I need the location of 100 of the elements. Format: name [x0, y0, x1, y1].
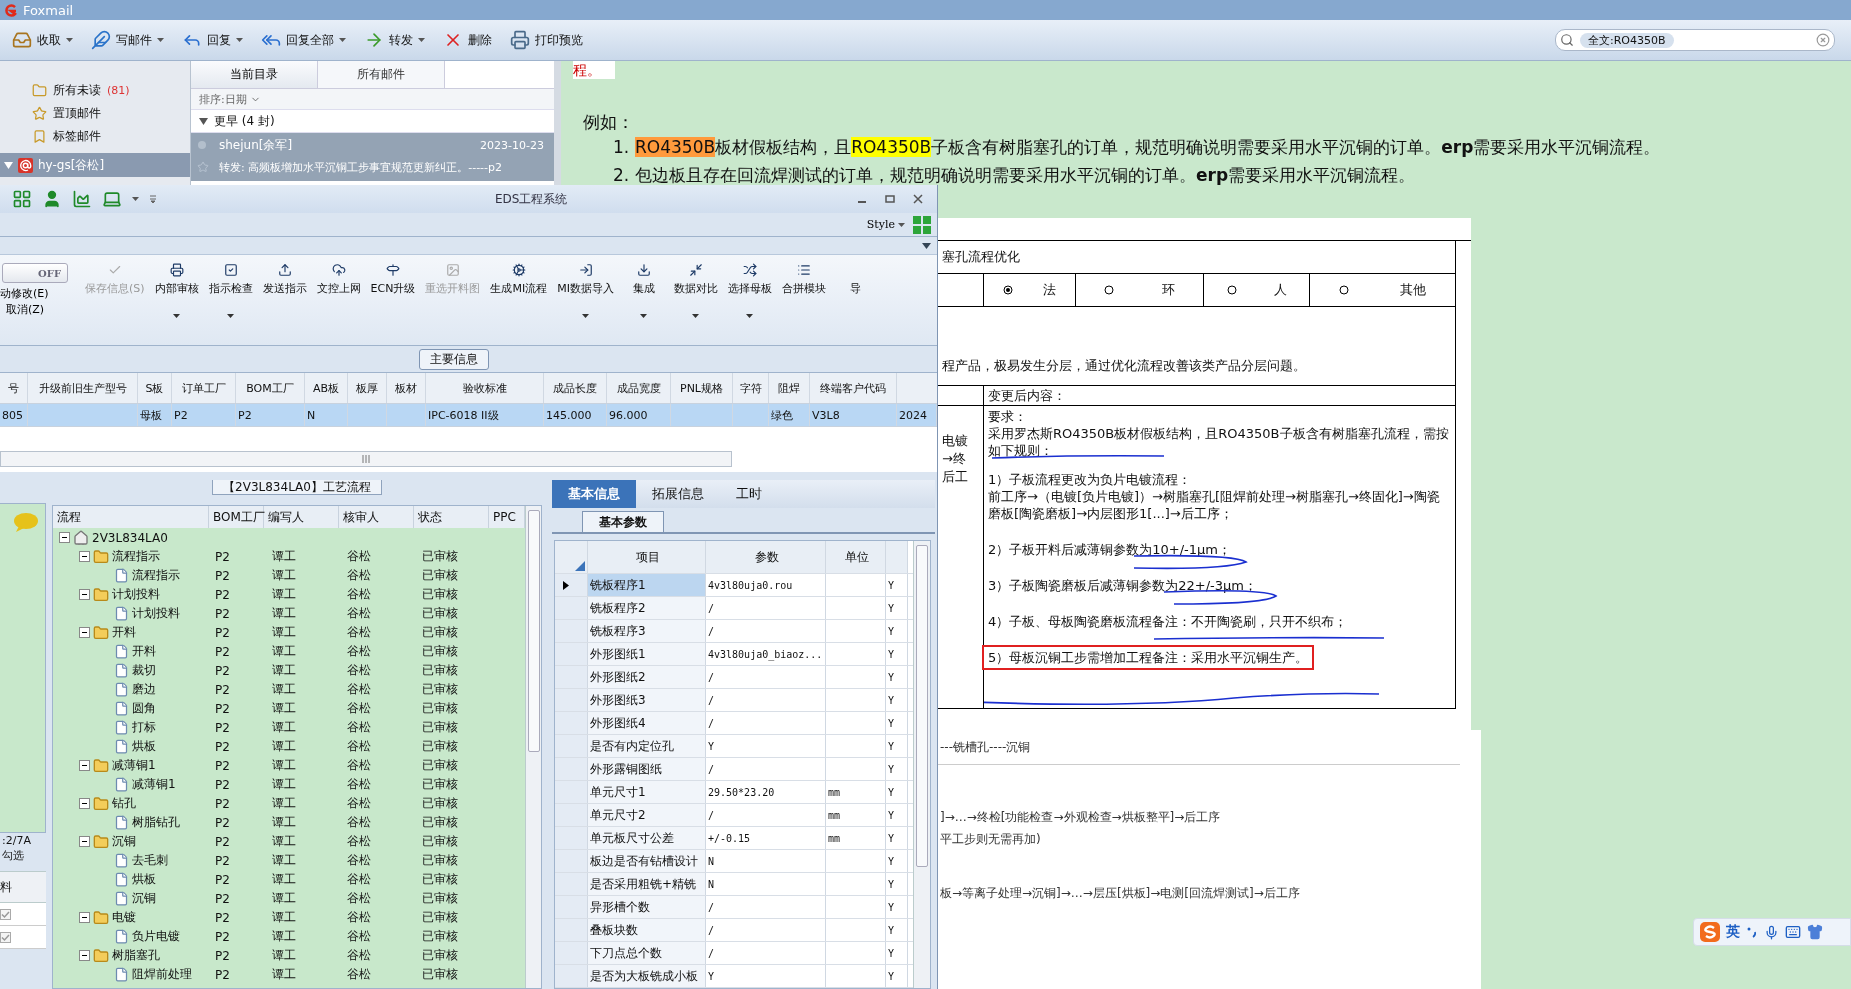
ribbon-button[interactable]: 合拼模块	[776, 263, 831, 297]
tree-node-label[interactable]: 减薄铜1	[112, 757, 156, 774]
tree-node-label[interactable]: 去毛刺	[132, 852, 168, 869]
ribbon-button[interactable]: 发送指示	[257, 263, 312, 297]
ribbon-button[interactable]: 指示检查	[203, 263, 258, 322]
ribbon-button[interactable]: 数据对比	[668, 263, 723, 322]
tree-node-label[interactable]: 计划投料	[132, 605, 180, 622]
tree-node-label[interactable]: 减薄铜1	[132, 776, 176, 793]
tree-node-label[interactable]: 打标	[132, 719, 156, 736]
table-cell: P2	[215, 872, 230, 887]
toolbar-button[interactable]: 收取	[10, 27, 75, 53]
ribbon-button[interactable]: 文控上网	[311, 263, 366, 297]
ribbon-button[interactable]: 生成MI流程	[485, 263, 553, 297]
table-cell: 谷松	[347, 548, 371, 565]
table-row[interactable]: 805 母板 P2 P2 N IPC-6018 II级 145.000 96.000 绿色 V3L8 2024	[0, 404, 937, 428]
tab[interactable]: 当前目录	[191, 61, 318, 88]
ribbon-button[interactable]: 内部审核	[149, 263, 204, 322]
sort-dropdown[interactable]: 排序:日期	[191, 89, 554, 110]
ribbon-link[interactable]: 取消(Z)	[6, 303, 45, 318]
column-header[interactable]: PNL规格	[671, 373, 733, 404]
text-fragment: 程。	[573, 61, 615, 79]
column-header[interactable]: 流程	[53, 506, 209, 528]
column-header[interactable]: 成品宽度	[607, 373, 671, 404]
column-header[interactable]: 板厚	[348, 373, 387, 404]
toolbar-button[interactable]: 写邮件	[89, 27, 166, 53]
table-cell: 绿色	[771, 407, 793, 423]
ribbon-button[interactable]: 集成	[618, 263, 669, 322]
tree-node-label[interactable]: 裁切	[132, 662, 156, 679]
tree-node-label[interactable]: 树脂钻孔	[132, 814, 180, 831]
column-header[interactable]: 升级前旧生产型号	[28, 373, 138, 404]
toolbar-button[interactable]: 转发	[362, 27, 427, 53]
folder-item[interactable]: 置顶邮件	[0, 102, 190, 125]
column-header[interactable]: 参数	[706, 541, 826, 573]
table-cell: 谷松	[347, 947, 371, 964]
style-menu[interactable]: Style	[866, 218, 905, 232]
tree-node-label[interactable]: 流程指示	[132, 567, 180, 584]
table-cell: 已审核	[422, 757, 458, 774]
toolbar-button[interactable]: 打印预览	[508, 27, 585, 53]
toggle-switch[interactable]: OFF	[2, 263, 68, 284]
column-header[interactable]: 阻焊	[769, 373, 810, 404]
tree-node-label[interactable]: 沉铜	[132, 890, 156, 907]
tree-node-label[interactable]: 烘板	[132, 738, 156, 755]
column-header[interactable]: 成品长度	[544, 373, 607, 404]
column-header[interactable]: BOM工厂	[209, 506, 264, 528]
tree-node-label[interactable]: 开料	[112, 624, 136, 641]
tab[interactable]: 工时	[720, 480, 778, 508]
tree-node-label[interactable]: 2V3L834LA0	[92, 530, 168, 545]
column-header[interactable]: 号	[0, 373, 28, 404]
folder-item[interactable]: 标签邮件	[0, 125, 190, 148]
tree-node-label[interactable]: 负片电镀	[132, 928, 180, 945]
table-cell: 谷松	[347, 624, 371, 641]
column-header[interactable]: 编写人	[264, 506, 339, 528]
column-header[interactable]: S板	[138, 373, 172, 404]
column-header[interactable]: 板材	[387, 373, 426, 404]
column-header[interactable]: AB板	[305, 373, 348, 404]
column-header[interactable]: 验收标准	[426, 373, 544, 404]
column-header[interactable]: 核审人	[339, 506, 414, 528]
tree-node-label[interactable]: 树脂塞孔	[112, 947, 160, 964]
cell-text: →终	[942, 450, 966, 468]
sub-tab[interactable]: 基本参数	[582, 511, 664, 532]
tree-node-label[interactable]: 电镀	[112, 909, 136, 926]
toolbar-button[interactable]: 回复全部	[259, 27, 348, 53]
tree-node-label[interactable]: 圆角	[132, 700, 156, 717]
tab[interactable]: 基本信息	[552, 480, 636, 508]
table-cell: 是否为大板铣成小板	[588, 965, 706, 987]
search-field[interactable]: 全文:RO4350B	[1555, 29, 1835, 51]
language-indicator[interactable]: 英	[1726, 923, 1740, 941]
toolbar-button[interactable]: 删除	[441, 27, 494, 53]
table-cell: 谭工	[272, 719, 296, 736]
ribbon-button[interactable]: 导	[830, 263, 881, 297]
ribbon-button[interactable]: ECN升级	[365, 263, 421, 297]
tree-node-label[interactable]: 阻焊前处理	[132, 966, 192, 983]
column-header[interactable]: BOM工厂	[236, 373, 305, 404]
table-cell: 是否采用粗铣+精铣	[588, 873, 706, 895]
ribbon-button[interactable]: MI数据导入	[552, 263, 619, 322]
column-header[interactable]: 单位	[826, 541, 886, 573]
folder-item[interactable]: 所有未读 (81)	[0, 79, 190, 102]
column-header[interactable]: 状态	[414, 506, 489, 528]
tab[interactable]: 拓展信息	[636, 480, 720, 508]
column-header[interactable]: 订单工厂	[172, 373, 236, 404]
tab[interactable]: 所有邮件	[318, 61, 445, 88]
option-label: 其他	[1399, 281, 1426, 299]
ribbon-button[interactable]: 选择母板	[722, 263, 777, 322]
column-header[interactable]: 终端客户代码	[810, 373, 897, 404]
tree-node-label[interactable]: 计划投料	[112, 586, 160, 603]
column-header[interactable]: 项目	[588, 541, 706, 573]
tree-node-label[interactable]: 流程指示	[112, 548, 160, 565]
tree-node-label[interactable]: 烘板	[132, 871, 156, 888]
column-header[interactable]: 字符	[733, 373, 769, 404]
table-cell: 已审核	[422, 605, 458, 622]
table-cell: 谭工	[272, 643, 296, 660]
tree-node-label[interactable]: 钻孔	[112, 795, 136, 812]
ribbon-link[interactable]: 动修改(E)	[0, 287, 49, 302]
tree-node-label[interactable]: 开料	[132, 643, 156, 660]
tree-node-label[interactable]: 磨边	[132, 681, 156, 698]
paragraph-text: 采用罗杰斯RO4350B板材假板结构，且RO4350B子板含有树脂塞孔流程，需按如下规则：	[988, 425, 1450, 459]
tree-node-label[interactable]: 沉铜	[112, 833, 136, 850]
table-cell: 谷松	[347, 928, 371, 945]
table-cell: 4v3l80uja0.rou	[706, 574, 826, 596]
toolbar-button[interactable]: 回复	[180, 27, 245, 53]
